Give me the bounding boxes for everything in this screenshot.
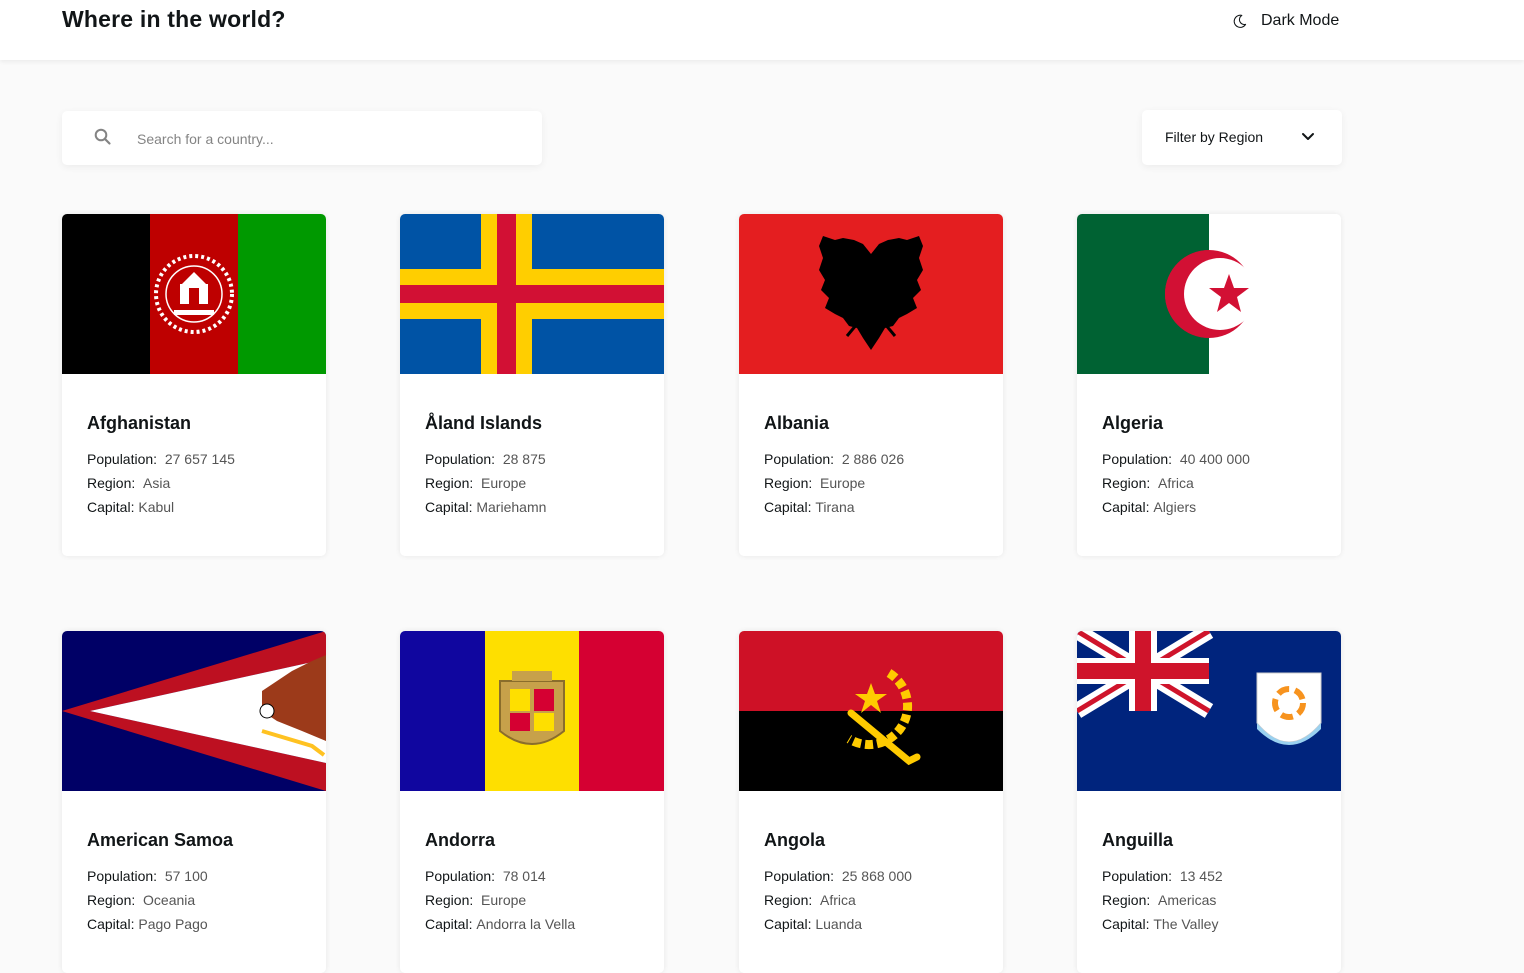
flag-angola [739, 631, 1003, 791]
moon-icon [1233, 14, 1247, 28]
capital-row: Capital: Algiers [1102, 499, 1197, 515]
country-card-albania[interactable]: Albania Population: 2 886 026 Region: Eu… [739, 214, 1003, 556]
region-row: Region: Europe [764, 475, 866, 491]
flag-algeria [1077, 214, 1341, 374]
country-card-angola[interactable]: Angola Population: 25 868 000 Region: Af… [739, 631, 1003, 973]
region-row: Region: Africa [764, 892, 856, 908]
country-card-andorra[interactable]: Andorra Population: 78 014 Region: Europ… [400, 631, 664, 973]
country-card-anguilla[interactable]: Anguilla Population: 13 452 Region: Amer… [1077, 631, 1341, 973]
capital-row: Capital: Mariehamn [425, 499, 547, 515]
country-card-aland-islands[interactable]: Åland Islands Population: 28 875 Region:… [400, 214, 664, 556]
region-row: Region: Europe [425, 475, 527, 491]
flag-afghanistan [62, 214, 326, 374]
population-row: Population: 2 886 026 [764, 451, 905, 467]
dark-mode-toggle[interactable]: Dark Mode [1232, 9, 1339, 33]
capital-row: Capital: Tirana [764, 499, 855, 515]
flag-american-samoa [62, 631, 326, 791]
search-box [62, 111, 542, 165]
country-name: Åland Islands [425, 413, 543, 433]
country-name: Angola [764, 830, 825, 850]
search-input[interactable] [135, 123, 529, 155]
country-name: American Samoa [87, 830, 234, 850]
country-name: Albania [764, 413, 830, 433]
country-name: Algeria [1102, 413, 1164, 433]
population-row: Population: 40 400 000 [1102, 451, 1250, 467]
capital-row: Capital: The Valley [1102, 916, 1219, 932]
population-row: Population: 57 100 [87, 868, 208, 884]
region-row: Region: Africa [1102, 475, 1194, 491]
population-row: Population: 28 875 [425, 451, 546, 467]
filter-label: Filter by Region [1165, 129, 1264, 145]
flag-albania [739, 214, 1003, 374]
country-card-american-samoa[interactable]: American Samoa Population: 57 100 Region… [62, 631, 326, 973]
population-row: Population: 27 657 145 [87, 451, 235, 467]
capital-row: Capital: Pago Pago [87, 916, 208, 932]
capital-row: Capital: Kabul [87, 499, 175, 515]
search-icon [94, 128, 111, 145]
dark-mode-label: Dark Mode [1261, 12, 1340, 29]
flag-aland-islands [400, 214, 664, 374]
country-name: Afghanistan [87, 413, 192, 433]
chevron-down-icon [1302, 133, 1314, 140]
country-name: Andorra [425, 830, 496, 850]
population-row: Population: 25 868 000 [764, 868, 912, 884]
flag-andorra [400, 631, 664, 791]
capital-row: Capital: Luanda [764, 916, 863, 932]
country-card-afghanistan[interactable]: Afghanistan Population: 27 657 145 Regio… [62, 214, 326, 556]
site-title: Where in the world? [62, 6, 286, 32]
capital-row: Capital: Andorra la Vella [425, 916, 576, 932]
population-row: Population: 78 014 [425, 868, 546, 884]
region-row: Region: Oceania [87, 892, 196, 908]
region-row: Region: Asia [87, 475, 171, 491]
population-row: Population: 13 452 [1102, 868, 1223, 884]
site-header: Where in the world? Dark Mode [0, 0, 1524, 60]
region-row: Region: Europe [425, 892, 527, 908]
country-card-algeria[interactable]: Algeria Population: 40 400 000 Region: A… [1077, 214, 1341, 556]
region-row: Region: Americas [1102, 892, 1217, 908]
country-name: Anguilla [1102, 830, 1173, 850]
region-filter-dropdown[interactable]: Filter by Region [1142, 110, 1342, 165]
flag-anguilla [1077, 631, 1341, 791]
